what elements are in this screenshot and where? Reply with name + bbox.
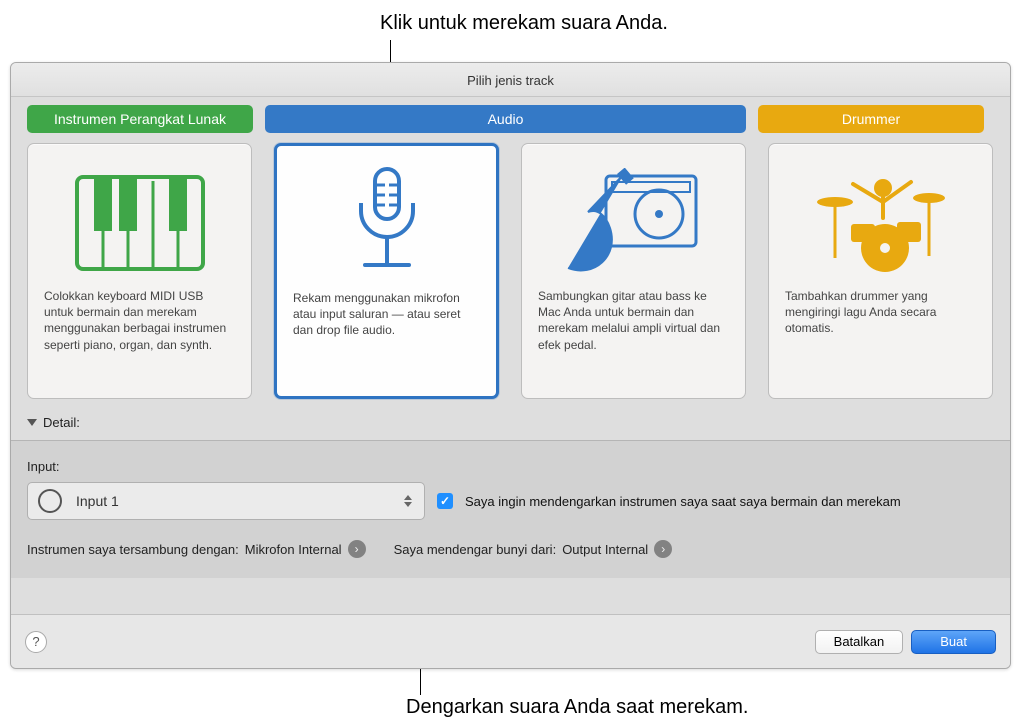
piano-keys-icon — [75, 158, 205, 288]
monitor-label: Saya ingin mendengarkan instrumen saya s… — [465, 494, 901, 509]
dialog-footer: ? Batalkan Buat — [11, 614, 1010, 668]
stepper-icon — [402, 495, 414, 507]
output-device-name: Output Internal — [562, 542, 648, 557]
input-device-prefix: Instrumen saya tersambung dengan: — [27, 542, 239, 557]
drummer-icon — [811, 158, 951, 288]
output-device-prefix: Saya mendengar bunyi dari: — [394, 542, 557, 557]
input-device-name: Mikrofon Internal — [245, 542, 342, 557]
card-guitar-desc: Sambungkan gitar atau bass ke Mac Anda u… — [538, 288, 729, 353]
card-software-desc: Colokkan keyboard MIDI USB untuk bermain… — [44, 288, 235, 353]
dialog-title: Pilih jenis track — [11, 63, 1010, 97]
card-software-instrument[interactable]: Colokkan keyboard MIDI USB untuk bermain… — [27, 143, 252, 399]
detail-disclosure[interactable]: Detail: — [11, 411, 1010, 440]
input-value: Input 1 — [76, 493, 388, 509]
detail-label: Detail: — [43, 415, 80, 430]
input-device-link[interactable]: Instrumen saya tersambung dengan: Mikrof… — [27, 540, 366, 558]
mono-input-icon — [38, 489, 62, 513]
track-cards: Colokkan keyboard MIDI USB untuk bermain… — [11, 139, 1010, 411]
annotation-bottom: Dengarkan suara Anda saat merekam. — [406, 696, 748, 719]
track-type-tabs: Instrumen Perangkat Lunak Audio Drummer — [11, 97, 1010, 139]
card-audio-guitar[interactable]: Sambungkan gitar atau bass ke Mac Anda u… — [521, 143, 746, 399]
input-label: Input: — [27, 459, 994, 474]
input-select[interactable]: Input 1 — [27, 482, 425, 520]
output-device-link[interactable]: Saya mendengar bunyi dari: Output Intern… — [394, 540, 673, 558]
card-mic-desc: Rekam menggunakan mikrofon atau input sa… — [293, 290, 480, 339]
create-button[interactable]: Buat — [911, 630, 996, 654]
tab-audio[interactable]: Audio — [265, 105, 746, 133]
detail-panel: Input: Input 1 ✓ Saya ingin mendengarkan… — [11, 440, 1010, 578]
tab-drummer[interactable]: Drummer — [758, 105, 984, 133]
monitor-checkbox[interactable]: ✓ — [437, 493, 453, 509]
card-audio-microphone[interactable]: Rekam menggunakan mikrofon atau input sa… — [274, 143, 499, 399]
chevron-down-icon — [27, 419, 37, 426]
guitar-amp-icon — [564, 158, 704, 288]
annotation-top: Klik untuk merekam suara Anda. — [380, 12, 668, 35]
card-drummer[interactable]: Tambahkan drummer yang mengiringi lagu A… — [768, 143, 993, 399]
microphone-icon — [337, 160, 437, 290]
help-button[interactable]: ? — [25, 631, 47, 653]
card-drummer-desc: Tambahkan drummer yang mengiringi lagu A… — [785, 288, 976, 337]
new-track-dialog: Pilih jenis track Instrumen Perangkat Lu… — [10, 62, 1011, 669]
go-arrow-icon: › — [654, 540, 672, 558]
go-arrow-icon: › — [348, 540, 366, 558]
tab-software-instrument[interactable]: Instrumen Perangkat Lunak — [27, 105, 253, 133]
cancel-button[interactable]: Batalkan — [815, 630, 904, 654]
